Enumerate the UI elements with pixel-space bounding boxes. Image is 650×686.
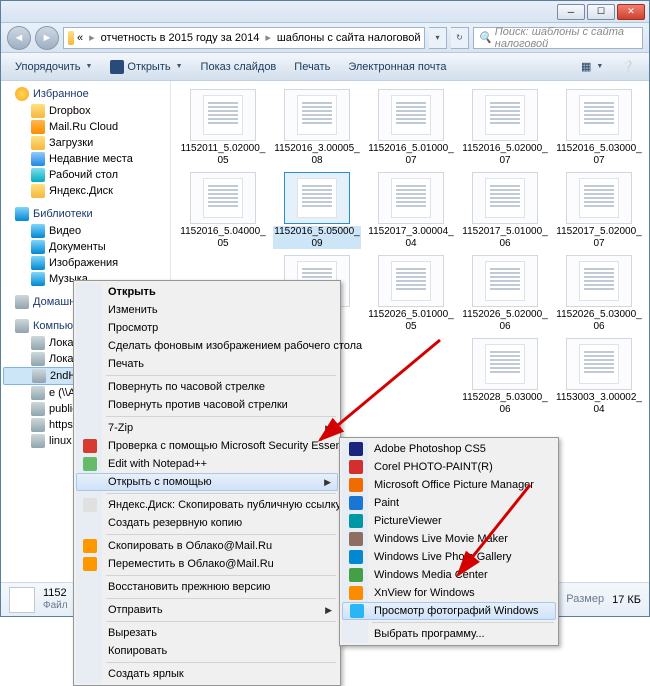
submenu-item[interactable]: Просмотр фотографий Windows bbox=[342, 602, 556, 620]
sidebar-item-video[interactable]: Видео bbox=[1, 223, 170, 239]
sidebar-item-recent[interactable]: Недавние места bbox=[1, 151, 170, 167]
submenu-item[interactable]: XnView for Windows bbox=[342, 584, 556, 602]
breadcrumb[interactable]: «▸ отчетность в 2015 году за 2014▸ шабло… bbox=[63, 27, 425, 49]
context-menu: ОткрытьИзменитьПросмотрСделать фоновым и… bbox=[73, 280, 341, 686]
file-item[interactable]: 1152017_5.02000_07 bbox=[555, 172, 643, 249]
email-button[interactable]: Электронная почта bbox=[340, 57, 454, 77]
file-item[interactable]: 1152016_5.05000_09 bbox=[273, 172, 361, 249]
status-size: 17 КБ bbox=[612, 594, 641, 606]
maximize-button[interactable]: ☐ bbox=[587, 4, 615, 20]
ctx-item[interactable]: Печать bbox=[76, 355, 338, 373]
ctx-item[interactable]: Вырезать bbox=[76, 624, 338, 642]
ctx-item[interactable]: Повернуть по часовой стрелке bbox=[76, 378, 338, 396]
refresh-button[interactable]: ↻ bbox=[451, 27, 469, 49]
file-item[interactable]: 1152028_5.03000_06 bbox=[461, 338, 549, 415]
nav-back-button[interactable]: ◄ bbox=[7, 26, 31, 50]
file-item[interactable]: 1152026_5.03000_06 bbox=[555, 255, 643, 332]
sidebar-item-dropbox[interactable]: Dropbox bbox=[1, 103, 170, 119]
status-type: Файл bbox=[43, 600, 68, 612]
print-button[interactable]: Печать bbox=[286, 57, 338, 77]
ctx-item[interactable]: Отправить▶ bbox=[76, 601, 338, 619]
ctx-item[interactable]: Создать ярлык bbox=[76, 665, 338, 683]
submenu-item[interactable]: Corel PHOTO-PAINT(R) bbox=[342, 458, 556, 476]
file-item[interactable]: 1152016_5.04000_05 bbox=[179, 172, 267, 249]
breadcrumb-part[interactable]: « bbox=[74, 32, 86, 44]
status-name: 1152 bbox=[43, 587, 68, 600]
help-button[interactable]: ❔ bbox=[613, 56, 643, 77]
file-item[interactable]: 1152026_5.02000_06 bbox=[461, 255, 549, 332]
ctx-item[interactable]: Переместить в Облако@Mail.Ru bbox=[76, 555, 338, 573]
ctx-item[interactable]: Повернуть против часовой стрелки bbox=[76, 396, 338, 414]
titlebar: ─ ☐ ✕ bbox=[1, 1, 649, 23]
sidebar-item-desktop[interactable]: Рабочий стол bbox=[1, 167, 170, 183]
view-button[interactable]: ▦▼ bbox=[573, 56, 611, 77]
file-item[interactable]: 1152016_5.02000_07 bbox=[461, 89, 549, 166]
file-item[interactable]: 1152026_5.01000_05 bbox=[367, 255, 455, 332]
file-item[interactable]: 1152016_5.01000_07 bbox=[367, 89, 455, 166]
address-bar: ◄ ► «▸ отчетность в 2015 году за 2014▸ ш… bbox=[1, 23, 649, 53]
slideshow-button[interactable]: Показ слайдов bbox=[193, 57, 285, 77]
file-item[interactable]: 1152011_5.02000_05 bbox=[179, 89, 267, 166]
breadcrumb-dropdown[interactable]: ▾ bbox=[429, 27, 447, 49]
search-icon: 🔍 bbox=[478, 31, 492, 44]
ctx-item[interactable]: Открыть с помощью▶ bbox=[76, 473, 338, 491]
libraries-header[interactable]: Библиотеки bbox=[1, 205, 170, 223]
sidebar-item-yadisk[interactable]: Яндекс.Диск bbox=[1, 183, 170, 199]
ctx-item[interactable]: Edit with Notepad++ bbox=[76, 455, 338, 473]
library-icon bbox=[15, 207, 29, 221]
breadcrumb-part[interactable]: шаблоны с сайта налоговой bbox=[274, 32, 424, 44]
submenu-item[interactable]: Windows Media Center bbox=[342, 566, 556, 584]
ctx-item[interactable]: Открыть bbox=[76, 283, 338, 301]
organize-button[interactable]: Упорядочить▼ bbox=[7, 57, 100, 77]
status-thumb bbox=[9, 587, 35, 613]
ctx-item[interactable]: Просмотр bbox=[76, 319, 338, 337]
search-placeholder: Поиск: шаблоны с сайта налоговой bbox=[495, 26, 638, 50]
open-button[interactable]: Открыть▼ bbox=[102, 56, 190, 78]
nav-forward-button[interactable]: ► bbox=[35, 26, 59, 50]
file-item[interactable]: 1152016_5.03000_07 bbox=[555, 89, 643, 166]
submenu-item[interactable]: Paint bbox=[342, 494, 556, 512]
toolbar: Упорядочить▼ Открыть▼ Показ слайдов Печа… bbox=[1, 53, 649, 81]
file-item[interactable]: 1152016_3.00005_08 bbox=[273, 89, 361, 166]
submenu-item[interactable]: Microsoft Office Picture Manager bbox=[342, 476, 556, 494]
sidebar-item-documents[interactable]: Документы bbox=[1, 239, 170, 255]
ctx-item[interactable]: Изменить bbox=[76, 301, 338, 319]
status-info: 1152 Файл bbox=[43, 587, 68, 611]
ctx-item[interactable]: Копировать bbox=[76, 642, 338, 660]
app-icon bbox=[110, 60, 124, 74]
open-with-submenu: Adobe Photoshop CS5Corel PHOTO-PAINT(R)M… bbox=[339, 437, 559, 646]
sidebar-item-mailru[interactable]: Mail.Ru Cloud bbox=[1, 119, 170, 135]
ctx-item[interactable]: Проверка с помощью Microsoft Security Es… bbox=[76, 437, 338, 455]
submenu-item[interactable]: Adobe Photoshop CS5 bbox=[342, 440, 556, 458]
sidebar-item-pictures[interactable]: Изображения bbox=[1, 255, 170, 271]
ctx-item[interactable]: Сделать фоновым изображением рабочего ст… bbox=[76, 337, 338, 355]
star-icon bbox=[15, 87, 29, 101]
submenu-item[interactable]: PictureViewer bbox=[342, 512, 556, 530]
file-item[interactable]: 115300З_3.00002_04 bbox=[555, 338, 643, 415]
file-item[interactable]: 1152017_3.00004_04 bbox=[367, 172, 455, 249]
ctx-item[interactable]: Восстановить прежнюю версию bbox=[76, 578, 338, 596]
minimize-button[interactable]: ─ bbox=[557, 4, 585, 20]
ctx-item[interactable]: 7-Zip▶ bbox=[76, 419, 338, 437]
close-button[interactable]: ✕ bbox=[617, 4, 645, 20]
search-input[interactable]: 🔍 Поиск: шаблоны с сайта налоговой bbox=[473, 27, 643, 49]
submenu-item[interactable]: Windows Live Movie Maker bbox=[342, 530, 556, 548]
favorites-header[interactable]: Избранное bbox=[1, 85, 170, 103]
sidebar-item-downloads[interactable]: Загрузки bbox=[1, 135, 170, 151]
ctx-item[interactable]: Яндекс.Диск: Скопировать публичную ссылк… bbox=[76, 496, 338, 514]
file-item[interactable]: 1152017_5.01000_06 bbox=[461, 172, 549, 249]
submenu-item[interactable]: Windows Live Photo Gallery bbox=[342, 548, 556, 566]
submenu-item[interactable]: Выбрать программу... bbox=[342, 625, 556, 643]
breadcrumb-part[interactable]: отчетность в 2015 году за 2014 bbox=[98, 32, 263, 44]
ctx-item[interactable]: Скопировать в Облако@Mail.Ru bbox=[76, 537, 338, 555]
ctx-item[interactable]: Создать резервную копию bbox=[76, 514, 338, 532]
